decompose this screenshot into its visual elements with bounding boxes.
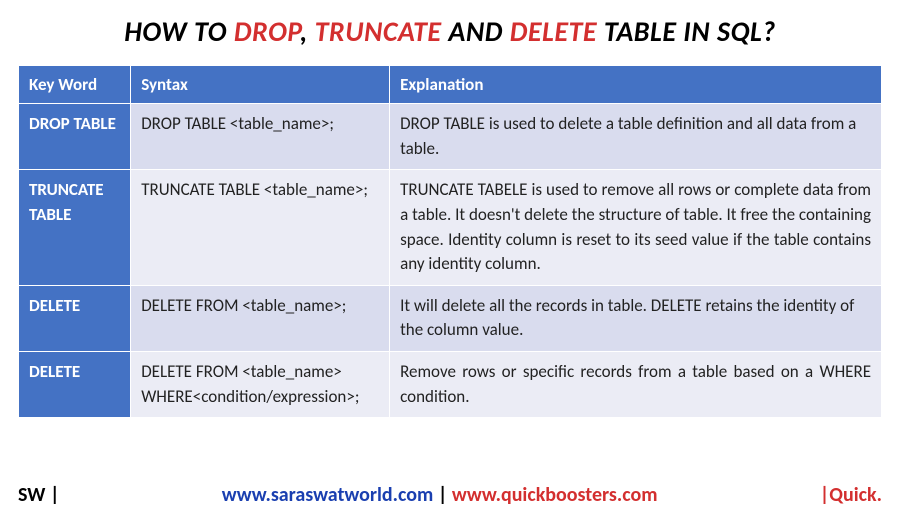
- table-row: DELETE DELETE FROM <table_name> WHERE<co…: [19, 352, 882, 418]
- cell-syntax: DELETE FROM <table_name>;: [131, 285, 390, 351]
- title-text: TABLE IN SQL?: [597, 14, 776, 49]
- table-row: DROP TABLE DROP TABLE <table_name>; DROP…: [19, 104, 882, 170]
- cell-syntax: TRUNCATE TABLE <table_name>;: [131, 170, 390, 286]
- cell-explanation: DROP TABLE is used to delete a table def…: [390, 104, 882, 170]
- table-row: DELETE DELETE FROM <table_name>; It will…: [19, 285, 882, 351]
- cell-explanation: It will delete all the records in table.…: [390, 285, 882, 351]
- page-title: HOW TO DROP, TRUNCATE AND DELETE TABLE I…: [18, 14, 882, 49]
- title-text: AND: [442, 14, 510, 49]
- footer-right: |Quick.: [820, 483, 882, 507]
- cell-explanation: TRUNCATE TABELE is used to remove all ro…: [390, 170, 882, 286]
- table-row: TRUNCATE TABLE TRUNCATE TABLE <table_nam…: [19, 170, 882, 286]
- sql-commands-table: Key Word Syntax Explanation DROP TABLE D…: [18, 65, 882, 418]
- footer-center: www.saraswatworld.com | www.quickbooster…: [222, 483, 658, 507]
- footer-url-saraswat: www.saraswatworld.com: [222, 483, 434, 507]
- header-keyword: Key Word: [19, 66, 131, 104]
- footer-right-bar: |: [820, 483, 830, 507]
- cell-keyword: TRUNCATE TABLE: [19, 170, 131, 286]
- header-syntax: Syntax: [131, 66, 390, 104]
- header-explanation: Explanation: [390, 66, 882, 104]
- cell-explanation: Remove rows or specific records from a t…: [390, 352, 882, 418]
- title-text: ,: [300, 14, 315, 49]
- footer-separator: |: [433, 483, 452, 507]
- table-header-row: Key Word Syntax Explanation: [19, 66, 882, 104]
- title-text: HOW TO: [124, 14, 234, 49]
- title-keyword-truncate: TRUNCATE: [315, 14, 442, 49]
- cell-syntax: DELETE FROM <table_name> WHERE<condition…: [131, 352, 390, 418]
- cell-syntax: DROP TABLE <table_name>;: [131, 104, 390, 170]
- title-keyword-delete: DELETE: [510, 14, 597, 49]
- cell-keyword: DELETE: [19, 352, 131, 418]
- title-keyword-drop: DROP: [234, 14, 300, 49]
- footer-left: SW |: [18, 483, 59, 507]
- footer: SW | www.saraswatworld.com | www.quickbo…: [0, 483, 900, 507]
- cell-keyword: DROP TABLE: [19, 104, 131, 170]
- footer-right-text: Quick.: [829, 483, 882, 507]
- cell-keyword: DELETE: [19, 285, 131, 351]
- footer-url-quickboosters: www.quickboosters.com: [452, 483, 658, 507]
